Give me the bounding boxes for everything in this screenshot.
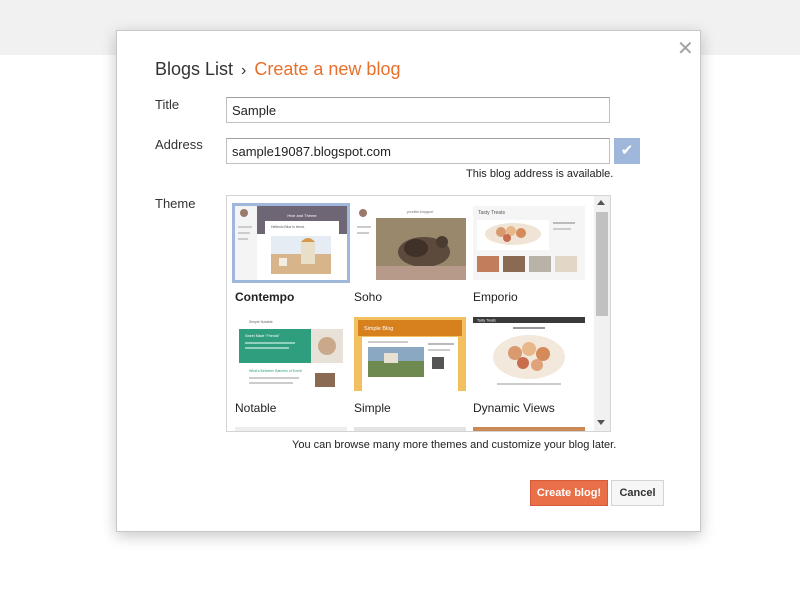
notable-card-text: Sweet Made "Friends" [245, 334, 280, 338]
theme-picker: Hive and Theme Hellenic Blue is trend. C… [226, 195, 611, 432]
create-blog-dialog: ✕ Blogs List › Create a new blog Title Add… [116, 30, 701, 532]
scrollbar-thumb[interactable] [596, 212, 608, 316]
theme-name-dynamic-views: Dynamic Views [473, 401, 555, 415]
scroll-up-arrow-icon[interactable] [597, 200, 605, 205]
breadcrumb-current: Create a new blog [254, 59, 401, 79]
theme-thumbnail-emporio: Tasty Treats [470, 203, 588, 283]
themes-hint: You can browse many more themes and cust… [292, 439, 617, 451]
emporio-header-text: Tasty Treats [478, 210, 505, 216]
theme-name-emporio: Emporio [473, 290, 518, 304]
scroll-down-arrow-icon[interactable] [597, 420, 605, 425]
close-icon[interactable]: ✕ [677, 39, 694, 59]
theme-tile-partial [235, 427, 347, 431]
soho-header-text: yourtitle.blogspot [407, 210, 433, 214]
theme-thumbnail-dynamic-views: Tasty Treats [470, 314, 588, 394]
theme-tile-partial [354, 427, 466, 431]
create-blog-button[interactable]: Create blog! [530, 480, 608, 506]
contempo-post-text: Hellenic Blue is trend. [271, 225, 305, 229]
theme-thumbnail-notable: Simple Notable Sweet Made "Friends" What… [232, 314, 350, 394]
theme-label: Theme [155, 196, 196, 211]
breadcrumb-blogs-list[interactable]: Blogs List [155, 59, 233, 79]
theme-tile-partial [473, 427, 585, 431]
breadcrumb-separator: › [241, 62, 247, 79]
theme-name-soho: Soho [354, 290, 383, 304]
theme-name-contempo: Contempo [235, 290, 295, 304]
address-label: Address [155, 137, 203, 152]
theme-thumbnail-soho: yourtitle.blogspot [351, 203, 469, 283]
theme-name-notable: Notable [235, 401, 277, 415]
theme-thumbnail-simple: Simple Blog [351, 314, 469, 394]
theme-scrollbar[interactable] [594, 196, 610, 431]
title-input[interactable] [226, 97, 610, 123]
notable-post-text: What's Between Batches of Everit [249, 369, 302, 373]
notable-header-text: Simple Notable [249, 320, 273, 324]
breadcrumb: Blogs List › Create a new blog [155, 58, 400, 82]
cancel-button[interactable]: Cancel [611, 480, 664, 506]
dynamic-header-text: Tasty Treats [477, 319, 496, 323]
theme-thumbnail-contempo: Hive and Theme Hellenic Blue is trend. [232, 203, 350, 283]
theme-name-simple: Simple [354, 401, 391, 415]
title-label: Title [155, 97, 180, 112]
contempo-header-text: Hive and Theme [287, 213, 317, 218]
simple-header-text: Simple Blog [364, 326, 393, 332]
checkmark-icon: ✔ [614, 138, 640, 164]
address-status: This blog address is available. [466, 168, 614, 180]
address-input[interactable] [226, 138, 610, 164]
